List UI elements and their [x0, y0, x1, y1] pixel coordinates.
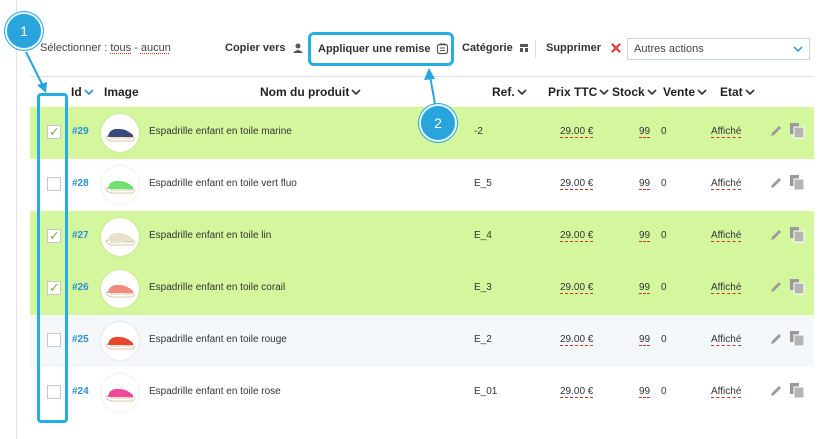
callout-arrows — [25, 51, 436, 105]
callout-badge-2: 2 — [419, 104, 457, 142]
callout-badge-1: 1 — [5, 12, 43, 50]
